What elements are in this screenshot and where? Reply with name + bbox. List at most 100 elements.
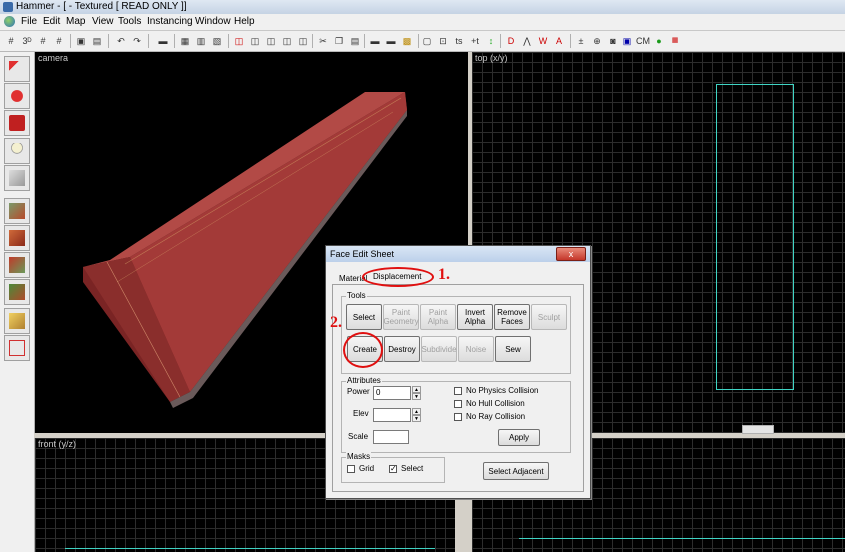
grid-larger-icon[interactable]: #: [52, 34, 66, 48]
print-icon[interactable]: ▬: [156, 34, 170, 48]
tie-entity-yellow-icon[interactable]: ▩: [400, 34, 414, 48]
brush-outline-side[interactable]: [519, 538, 845, 539]
selection-mode-icon[interactable]: ⊡: [436, 34, 450, 48]
transform-icon[interactable]: +t: [468, 34, 482, 48]
select-button[interactable]: Select: [346, 304, 382, 330]
brush-outline-front[interactable]: [65, 548, 435, 549]
ignore-groups-icon[interactable]: ▥: [194, 34, 208, 48]
annotation-step-1: 1.: [438, 266, 450, 283]
menu-view[interactable]: View: [92, 16, 114, 27]
dialog-title: Face Edit Sheet: [330, 249, 395, 259]
face-edit-sheet-dialog: Face Edit Sheet x Material Displacement …: [325, 245, 591, 499]
texture-app-icon[interactable]: ts: [452, 34, 466, 48]
display-models-icon[interactable]: D: [504, 34, 518, 48]
destroy-button[interactable]: Destroy: [384, 336, 420, 362]
magnify-tool[interactable]: [4, 83, 30, 109]
redo-icon[interactable]: ↷: [130, 34, 144, 48]
menu-window[interactable]: Window: [195, 16, 231, 27]
apply-button[interactable]: Apply: [498, 429, 540, 446]
globe-icon: [4, 16, 15, 27]
brush-outline-top[interactable]: [716, 84, 794, 390]
paint-geometry-button[interactable]: Paint Geometry: [383, 304, 419, 330]
helpers-icon[interactable]: ±: [574, 34, 588, 48]
vertex-tool-icon[interactable]: ▢: [420, 34, 434, 48]
subdivide-button[interactable]: Subdivide: [421, 336, 457, 362]
annotation-circle-displacement-tab: [362, 267, 434, 287]
splitter-grip[interactable]: [742, 425, 774, 434]
overlay-icon[interactable]: ▣: [620, 34, 634, 48]
elev-spin-down[interactable]: ▼: [412, 415, 421, 422]
entity-icon: [9, 143, 25, 159]
no-hull-collision-label: No Hull Collision: [466, 399, 525, 408]
apply-texture-tool[interactable]: [4, 225, 30, 251]
menu-help[interactable]: Help: [234, 16, 255, 27]
power-spin-up[interactable]: ▲: [412, 386, 421, 393]
red-stamp-icon[interactable]: ▦: [668, 34, 682, 48]
arrow-icon: [9, 61, 25, 77]
show-icon[interactable]: ◫: [248, 34, 262, 48]
tie-to-world-icon[interactable]: ▬: [368, 34, 382, 48]
paint-alpha-button[interactable]: Paint Alpha: [420, 304, 456, 330]
menu-edit[interactable]: Edit: [43, 16, 60, 27]
tie-to-entity-icon[interactable]: ▬: [384, 34, 398, 48]
dialog-titlebar[interactable]: Face Edit Sheet x: [326, 246, 590, 262]
mask-select-checkbox[interactable]: ✓: [389, 465, 397, 473]
invert-alpha-button[interactable]: Invert Alpha: [457, 304, 493, 330]
noise-button[interactable]: Noise: [458, 336, 494, 362]
leaf-icon[interactable]: ●: [652, 34, 666, 48]
mask-grid-checkbox[interactable]: [347, 465, 355, 473]
decal-tool[interactable]: [4, 252, 30, 278]
clipping-tool[interactable]: [4, 308, 30, 334]
no-physics-collision-checkbox[interactable]: [454, 387, 462, 395]
cordon-icon[interactable]: ◫: [280, 34, 294, 48]
selection-tool[interactable]: [4, 56, 30, 82]
overlay-tool[interactable]: [4, 279, 30, 305]
power-spin-down[interactable]: ▼: [412, 393, 421, 400]
compile-icon[interactable]: ◙: [606, 34, 620, 48]
select-adjacent-button[interactable]: Select Adjacent: [483, 462, 549, 480]
menu-tools[interactable]: Tools: [118, 16, 141, 27]
display-w-icon[interactable]: W: [536, 34, 550, 48]
cut-icon[interactable]: ✂: [316, 34, 330, 48]
sculpt-button[interactable]: Sculpt: [531, 304, 567, 330]
remove-faces-button[interactable]: Remove Faces: [494, 304, 530, 330]
copy-icon[interactable]: ❐: [332, 34, 346, 48]
elev-spin-up[interactable]: ▲: [412, 408, 421, 415]
dialog-close-button[interactable]: x: [556, 247, 586, 261]
entity-tool[interactable]: [4, 138, 30, 164]
no-hull-collision-checkbox[interactable]: [454, 400, 462, 408]
run-map-icon[interactable]: ⋀: [520, 34, 534, 48]
cordon-edit-icon[interactable]: ◫: [296, 34, 310, 48]
camera-tool[interactable]: [4, 110, 30, 136]
elev-input[interactable]: [373, 408, 411, 422]
vertex-manipulation-tool[interactable]: [4, 335, 30, 361]
display-a-icon[interactable]: A: [552, 34, 566, 48]
menu-file[interactable]: File: [21, 16, 37, 27]
no-ray-collision-checkbox[interactable]: [454, 413, 462, 421]
menu-map[interactable]: Map: [66, 16, 85, 27]
menu-instancing[interactable]: Instancing: [147, 16, 193, 27]
paste-icon[interactable]: ▤: [348, 34, 362, 48]
grid-toggle-icon[interactable]: #: [4, 34, 18, 48]
hide-icon[interactable]: ◫: [232, 34, 246, 48]
undo-icon[interactable]: ↶: [114, 34, 128, 48]
scale-input[interactable]: [373, 430, 409, 444]
sew-button[interactable]: Sew: [495, 336, 531, 362]
cordon-mode-label[interactable]: CM: [636, 34, 650, 48]
carve-icon[interactable]: ▣: [74, 34, 88, 48]
flip-icon[interactable]: ↕: [484, 34, 498, 48]
3d-grid-icon[interactable]: 3ᴰ: [20, 34, 34, 48]
snap-icon[interactable]: ▦: [178, 34, 192, 48]
vertex-icon: [9, 340, 25, 356]
texture-application-tool[interactable]: [4, 198, 30, 224]
group-icon[interactable]: ▤: [90, 34, 104, 48]
block-tool[interactable]: [4, 165, 30, 191]
texture-lock-icon[interactable]: ▧: [210, 34, 224, 48]
window-title: Hammer - [ - Textured [ READ ONLY ]]: [16, 1, 187, 12]
target-icon[interactable]: ⊕: [590, 34, 604, 48]
power-input[interactable]: 0: [373, 386, 411, 400]
grid-smaller-icon[interactable]: #: [36, 34, 50, 48]
tools-group-label: Tools: [346, 291, 367, 300]
show-all-icon[interactable]: ◫: [264, 34, 278, 48]
mask-select-label: Select: [401, 464, 424, 473]
